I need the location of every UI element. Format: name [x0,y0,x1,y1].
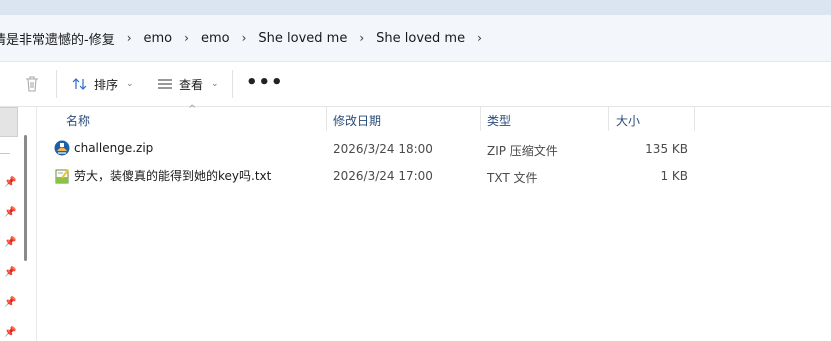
file-date: 2026/3/24 18:00 [333,142,433,156]
delete-icon[interactable] [24,74,40,94]
view-list-icon [158,79,172,89]
chevron-right-icon[interactable]: › [127,31,132,45]
pin-icon[interactable]: 📌 [4,237,16,248]
file-name: challenge.zip [74,141,154,155]
file-row[interactable]: challenge.zip 2026/3/24 18:00 ZIP 压缩文件 1… [36,137,831,163]
column-header-type[interactable]: 类型 [487,112,511,129]
chevron-right-icon[interactable]: › [184,31,189,45]
column-header-date[interactable]: 修改日期 [333,112,381,129]
breadcrumb-item[interactable]: She loved me [376,31,465,46]
breadcrumb-item[interactable]: emo [201,31,230,46]
file-date: 2026/3/24 17:00 [333,169,433,183]
sort-label: 排序 [94,77,119,92]
file-name-cell[interactable]: challenge.zip [54,140,153,156]
file-name-cell[interactable]: 劳大，装傻真的能得到她的key吗.txt [54,167,271,184]
column-divider[interactable] [694,107,695,131]
sort-button[interactable]: 排序 ⌄ [72,62,134,106]
column-headers: ^ 名称 修改日期 类型 大小 [36,104,831,133]
nav-selected-item[interactable] [0,107,18,137]
window-title-strip [0,0,831,15]
chevron-right-icon[interactable]: › [477,31,482,45]
file-row[interactable]: 劳大，装傻真的能得到她的key吗.txt 2026/3/24 17:00 TXT… [36,164,831,190]
column-divider[interactable] [326,107,327,131]
file-name: 劳大，装傻真的能得到她的key吗.txt [74,169,272,183]
zip-archive-icon [54,140,70,156]
more-options-button[interactable]: ••• [246,72,284,93]
pin-icon[interactable]: 📌 [4,297,16,308]
pin-icon[interactable]: 📌 [4,207,16,218]
chevron-right-icon[interactable]: › [359,31,364,45]
pin-icon[interactable]: 📌 [4,177,16,188]
toolbar-divider [232,70,233,98]
sort-icon [72,78,87,90]
text-file-icon [55,168,69,183]
toolbar-divider [56,70,57,98]
chevron-right-icon[interactable]: › [242,31,247,45]
view-button[interactable]: 查看 ⌄ [157,62,219,106]
pin-icon[interactable]: 📌 [4,327,16,338]
file-size: 135 KB [645,142,688,156]
column-header-name[interactable]: 名称 [66,112,90,129]
pin-icon[interactable]: 📌 [4,267,16,278]
command-bar: 排序 ⌄ 查看 ⌄ ••• [0,62,831,107]
address-bar[interactable]: 情是非常遗憾的-修复 › emo › emo › She loved me › … [0,15,831,62]
column-header-size[interactable]: 大小 [616,112,640,129]
chevron-down-icon: ⌄ [126,79,134,89]
breadcrumb-item[interactable]: She loved me [258,31,347,46]
file-type: ZIP 压缩文件 [487,144,558,158]
nav-divider [0,153,10,154]
breadcrumb-item[interactable]: emo [144,31,173,46]
view-label: 查看 [179,77,204,92]
navigation-pane: 📌 📌 📌 📌 📌 📌 [0,107,37,341]
file-size: 1 KB [660,169,688,183]
chevron-down-icon: ⌄ [211,79,219,89]
nav-scrollbar[interactable] [24,135,27,261]
column-divider[interactable] [480,107,481,131]
breadcrumb-item[interactable]: 情是非常遗憾的-修复 [0,29,115,48]
sort-ascending-icon: ^ [188,104,197,115]
file-type: TXT 文件 [487,171,538,185]
column-divider[interactable] [608,107,609,131]
